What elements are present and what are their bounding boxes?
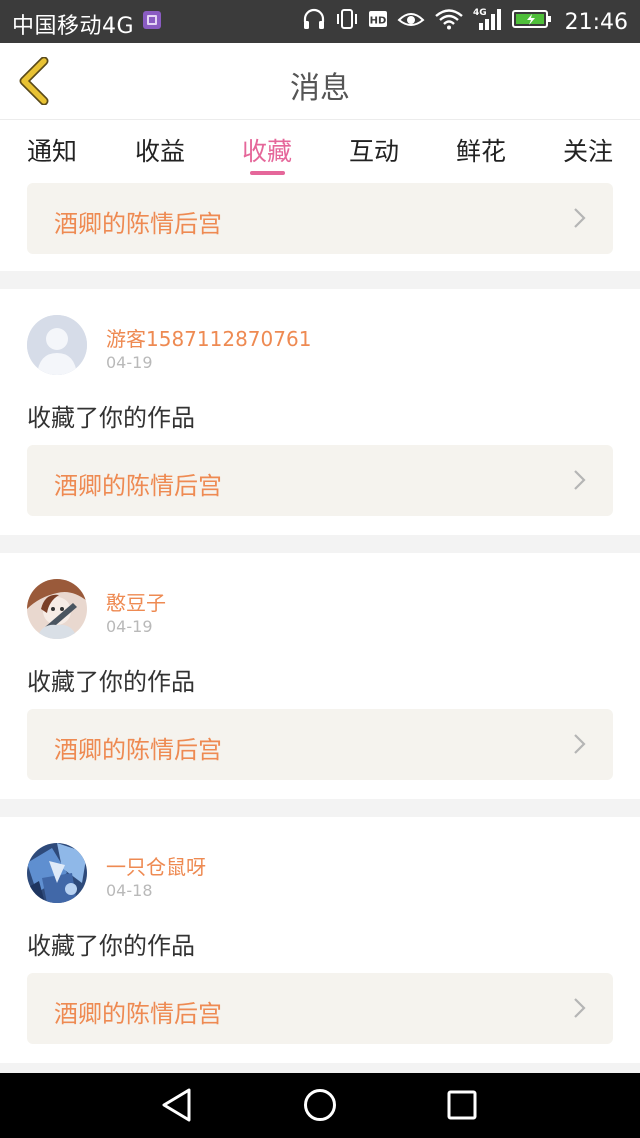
- network-label: 4G: [473, 8, 487, 18]
- blue-art-avatar-icon: [27, 843, 87, 903]
- headphones-icon: [302, 8, 326, 36]
- anime-avatar-icon: [27, 579, 87, 639]
- hd-icon: HD: [368, 9, 388, 35]
- tab-flowers[interactable]: 鲜花: [456, 132, 506, 168]
- action-text: 收藏了你的作品: [27, 932, 195, 960]
- app-notification-icon: [143, 11, 161, 29]
- username[interactable]: 憨豆子: [106, 587, 166, 616]
- divider: [0, 535, 640, 553]
- timestamp: 04-18: [106, 881, 153, 900]
- status-bar: 中国移动4G HD 4G 21:46: [0, 0, 640, 43]
- nav-home-button[interactable]: [302, 1087, 338, 1123]
- timestamp: 04-19: [106, 353, 153, 372]
- avatar[interactable]: [27, 843, 87, 903]
- work-link-card[interactable]: 酒卿的陈情后宫: [27, 183, 613, 254]
- action-text: 收藏了你的作品: [27, 404, 195, 432]
- divider: [0, 1063, 640, 1073]
- eye-icon: [397, 8, 425, 36]
- work-title: 酒卿的陈情后宫: [54, 736, 222, 764]
- chevron-right-icon: [574, 208, 586, 228]
- header: 消息: [0, 43, 640, 120]
- divider: [0, 799, 640, 817]
- tab-favorites[interactable]: 收藏: [242, 132, 292, 168]
- clock: 21:46: [564, 9, 628, 35]
- nav-recent-button[interactable]: [444, 1087, 480, 1123]
- username[interactable]: 游客1587112870761: [106, 323, 311, 352]
- chevron-right-icon: [574, 734, 586, 754]
- battery-icon: [511, 8, 552, 36]
- work-title: 酒卿的陈情后宫: [54, 472, 222, 500]
- tab-earnings[interactable]: 收益: [135, 132, 185, 168]
- action-text: 收藏了你的作品: [27, 668, 195, 696]
- active-tab-indicator: [250, 171, 285, 175]
- tab-interactions[interactable]: 互动: [349, 132, 399, 168]
- divider: [0, 271, 640, 289]
- chevron-right-icon: [574, 998, 586, 1018]
- timestamp: 04-19: [106, 617, 153, 636]
- work-link-card[interactable]: 酒卿的陈情后宫: [27, 445, 613, 516]
- tab-notifications[interactable]: 通知: [27, 132, 77, 168]
- hd-label: HD: [369, 16, 386, 27]
- vibrate-icon: [335, 8, 359, 36]
- wifi-icon: [434, 8, 464, 36]
- work-link-card[interactable]: 酒卿的陈情后宫: [27, 973, 613, 1044]
- signal-icon: 4G: [473, 7, 503, 37]
- tab-follows[interactable]: 关注: [563, 132, 613, 168]
- square-recent-icon: [447, 1090, 477, 1120]
- tab-bar: 通知 收益 收藏 互动 鲜花 关注: [0, 120, 640, 178]
- carrier-label: 中国移动4G: [12, 14, 135, 39]
- circle-home-icon: [304, 1089, 336, 1121]
- chevron-right-icon: [574, 470, 586, 490]
- nav-back-button[interactable]: [159, 1087, 195, 1123]
- page-title: 消息: [290, 71, 350, 106]
- work-title: 酒卿的陈情后宫: [54, 1000, 222, 1028]
- triangle-back-icon: [162, 1088, 191, 1122]
- avatar[interactable]: [27, 579, 87, 639]
- work-title: 酒卿的陈情后宫: [54, 210, 222, 238]
- message-list[interactable]: 酒卿的陈情后宫 游客1587112870761 04-19 收藏了你的作品 酒卿…: [0, 178, 640, 1073]
- system-nav-bar: [0, 1073, 640, 1138]
- default-avatar-icon: [27, 315, 87, 375]
- username[interactable]: 一只仓鼠呀: [106, 851, 206, 880]
- work-link-card[interactable]: 酒卿的陈情后宫: [27, 709, 613, 780]
- avatar[interactable]: [27, 315, 87, 375]
